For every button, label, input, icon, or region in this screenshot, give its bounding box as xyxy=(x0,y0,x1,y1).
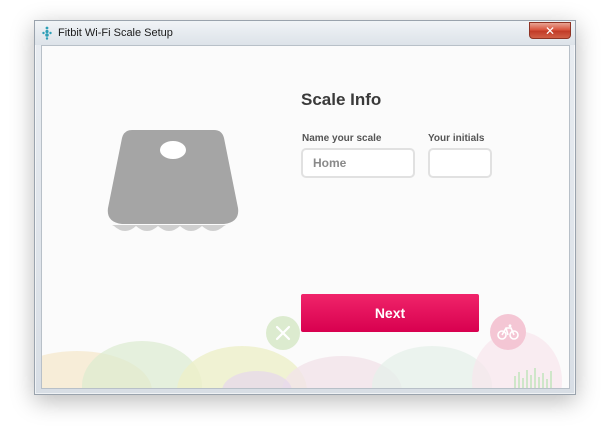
close-icon: ✕ xyxy=(544,23,556,38)
decor-bars xyxy=(514,368,552,388)
scale-name-input[interactable] xyxy=(301,148,415,178)
initials-input[interactable] xyxy=(428,148,492,178)
fork-knife-icon xyxy=(266,316,300,350)
page-title: Scale Info xyxy=(301,90,382,109)
content-area: Scale Info Name your scale Your initials… xyxy=(41,45,570,389)
scale-name-label: Name your scale xyxy=(302,133,382,144)
initials-label: Your initials xyxy=(428,133,485,144)
fitbit-logo-icon xyxy=(42,26,52,40)
next-button[interactable]: Next xyxy=(301,294,479,332)
close-button[interactable]: ✕ xyxy=(529,22,571,39)
bicycle-icon xyxy=(490,314,526,350)
scale-illustration xyxy=(107,130,239,231)
setup-window: Fitbit Wi-Fi Scale Setup ✕ Scale Info Na… xyxy=(34,20,576,395)
window-title: Fitbit Wi-Fi Scale Setup xyxy=(58,27,173,39)
title-bar[interactable]: Fitbit Wi-Fi Scale Setup ✕ xyxy=(35,21,575,45)
